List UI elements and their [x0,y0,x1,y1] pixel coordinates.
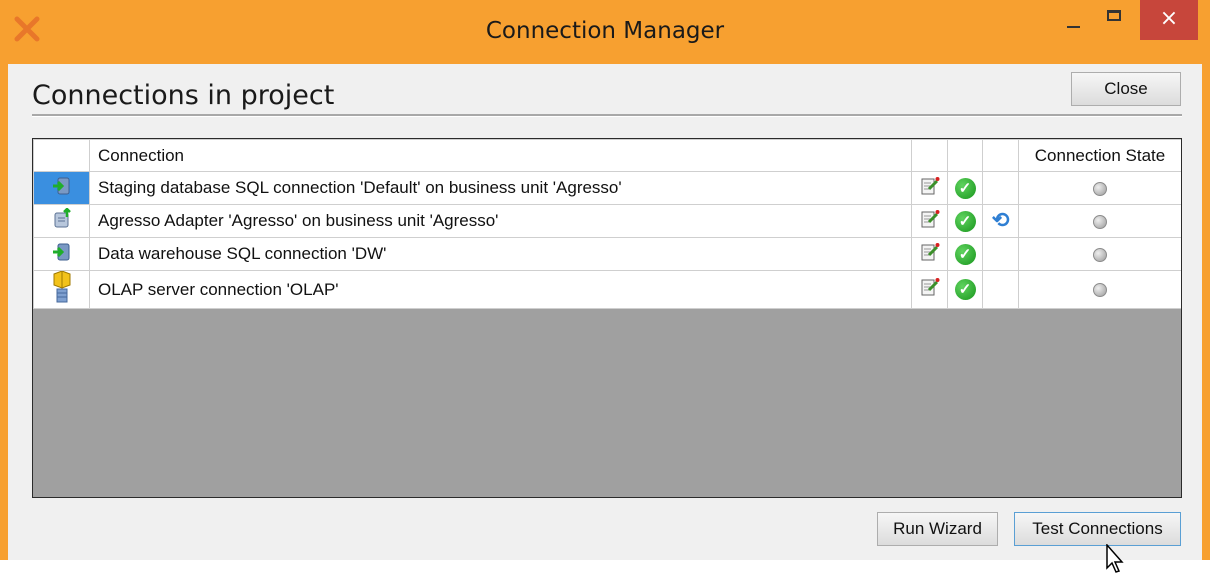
window-title: Connection Manager [485,18,725,44]
row-type-cell [33,171,90,205]
row-type-cell [33,270,90,309]
check-icon: ✓ [954,177,976,199]
refresh-cell [982,270,1019,309]
state-indicator-icon [1093,214,1107,229]
refresh-icon[interactable]: ⟲ [992,210,1010,231]
page-title: Connections in project [32,80,335,111]
grid-rows: Staging database SQL connection 'Default… [33,171,1181,309]
state-indicator-icon [1093,283,1107,298]
refresh-cell[interactable]: ⟲ [982,204,1019,238]
window-close-button[interactable]: × [1140,0,1198,40]
mouse-pointer-icon [1106,544,1124,573]
check-icon: ✓ [954,279,976,300]
connection-state-cell [1018,171,1181,205]
table-row[interactable]: Data warehouse SQL connection 'DW' ✓ [33,237,1181,271]
state-indicator-icon [1093,247,1107,262]
olap-cube-icon [51,271,73,308]
row-type-cell [33,204,90,238]
heading-divider [32,114,1182,117]
edit-cell[interactable] [911,204,948,238]
test-connections-button[interactable]: Test Connections [1014,512,1181,546]
edit-icon[interactable] [920,242,940,267]
header-row: Connection Connection State [33,139,1181,172]
column-header-icon [33,139,90,172]
row-type-cell [33,237,90,271]
dialog-body: Connections in project Close Connection … [8,64,1202,573]
status-ok-cell: ✓ [947,270,983,309]
connection-name-cell[interactable]: Data warehouse SQL connection 'DW' [89,237,912,271]
table-row[interactable]: OLAP server connection 'OLAP' ✓ [33,270,1181,309]
edit-cell[interactable] [911,237,948,271]
edit-cell[interactable] [911,270,948,309]
refresh-cell [982,237,1019,271]
edit-icon[interactable] [920,209,940,234]
table-row[interactable]: Staging database SQL connection 'Default… [33,171,1181,205]
run-wizard-button[interactable]: Run Wizard [877,512,998,546]
column-header-status [947,139,983,172]
connections-table: Connection Connection State Staging data… [33,139,1181,309]
column-header-connection[interactable]: Connection [89,139,912,172]
column-header-edit [911,139,948,172]
close-button[interactable]: Close [1071,72,1181,106]
connection-state-cell [1018,270,1181,309]
status-ok-cell: ✓ [947,237,983,271]
edit-cell[interactable] [911,171,948,205]
adapter-upload-icon [51,206,73,235]
connection-state-cell [1018,204,1181,238]
check-icon: ✓ [954,210,976,232]
connection-name-cell[interactable]: Staging database SQL connection 'Default… [89,171,912,205]
state-indicator-icon [1093,181,1107,196]
status-ok-cell: ✓ [947,171,983,205]
check-icon: ✓ [954,243,976,265]
title-bar[interactable]: Connection Manager × [0,0,1210,64]
connection-state-cell [1018,237,1181,271]
minimize-button[interactable] [1052,0,1096,42]
connections-grid[interactable]: Connection Connection State Staging data… [32,138,1182,498]
column-header-refresh [982,139,1019,172]
database-arrow-icon [51,241,73,268]
connection-manager-window: Connection Manager × Connections in proj… [0,0,1210,573]
table-row[interactable]: Agresso Adapter 'Agresso' on business un… [33,204,1181,238]
connection-name-cell[interactable]: Agresso Adapter 'Agresso' on business un… [89,204,912,238]
status-ok-cell: ✓ [947,204,983,238]
edit-icon[interactable] [920,277,940,302]
edit-icon[interactable] [920,176,940,201]
column-header-connection-state[interactable]: Connection State [1018,139,1181,172]
connection-name-cell[interactable]: OLAP server connection 'OLAP' [89,270,912,309]
database-arrow-icon [51,175,73,202]
maximize-button[interactable] [1096,0,1136,42]
refresh-cell [982,171,1019,205]
